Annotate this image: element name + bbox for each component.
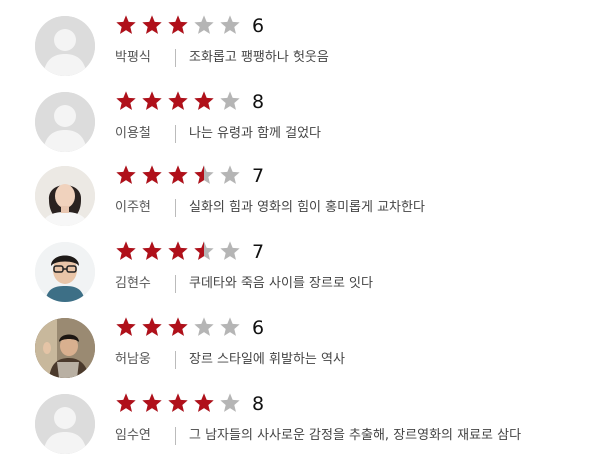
star-empty-icon xyxy=(194,317,214,336)
star-filled-icon xyxy=(142,15,162,34)
star-filled-icon xyxy=(168,15,188,34)
divider xyxy=(175,125,176,143)
star-empty-icon xyxy=(220,15,240,34)
star-half-icon xyxy=(194,241,214,260)
star-filled-icon xyxy=(142,393,162,412)
review-comment: 실화의 힘과 영화의 힘이 홍미롭게 교차한다 xyxy=(189,200,425,215)
star-filled-icon xyxy=(194,91,214,110)
star-filled-icon xyxy=(116,91,136,110)
star-filled-icon xyxy=(116,317,136,336)
review-item: 6 박평식 조화롭고 팽팽하나 헛웃음 xyxy=(0,13,613,83)
review-comment: 나는 유령과 함께 걸었다 xyxy=(189,126,321,141)
review-comment: 조화롭고 팽팽하나 헛웃음 xyxy=(189,50,329,65)
star-empty-icon xyxy=(220,317,240,336)
reviewer-name[interactable]: 박평식 xyxy=(115,49,151,67)
star-half-icon xyxy=(194,165,214,184)
star-rating xyxy=(115,392,245,418)
rating-score: 8 xyxy=(252,393,265,415)
star-filled-icon xyxy=(142,317,162,336)
reviewer-photo xyxy=(35,242,95,302)
star-empty-icon xyxy=(194,15,214,34)
star-filled-icon xyxy=(116,15,136,34)
star-filled-icon xyxy=(142,241,162,260)
star-filled-icon xyxy=(116,165,136,184)
review-item: 6 허남웅 장르 스타일에 휘발하는 역사 xyxy=(0,315,613,385)
star-filled-icon xyxy=(116,393,136,412)
star-filled-icon xyxy=(168,91,188,110)
star-empty-icon xyxy=(220,241,240,260)
default-avatar-icon xyxy=(35,92,95,152)
reviewer-name[interactable]: 이용철 xyxy=(115,125,151,143)
star-rating xyxy=(115,240,245,266)
star-filled-icon xyxy=(168,317,188,336)
reviewer-name[interactable]: 김현수 xyxy=(115,275,151,293)
divider xyxy=(175,199,176,217)
star-empty-icon xyxy=(220,393,240,412)
star-rating xyxy=(115,90,245,116)
critic-review-list: 6 박평식 조화롭고 팽팽하나 헛웃음 8 이용철 나는 유령과 함께 걸었다 … xyxy=(0,0,613,462)
review-comment: 그 남자들의 사사로운 감정을 추출해, 장르영화의 재료로 삼다 xyxy=(189,428,522,443)
rating-score: 7 xyxy=(252,165,265,187)
reviewer-name[interactable]: 허남웅 xyxy=(115,351,151,369)
star-filled-icon xyxy=(142,165,162,184)
star-filled-icon xyxy=(168,393,188,412)
default-avatar-icon xyxy=(35,16,95,76)
rating-score: 7 xyxy=(252,241,265,263)
reviewer-photo xyxy=(35,166,95,226)
review-comment: 쿠데타와 죽음 사이를 장르로 잇다 xyxy=(189,276,373,291)
divider xyxy=(175,275,176,293)
rating-score: 8 xyxy=(252,91,265,113)
default-avatar-icon xyxy=(35,394,95,454)
reviewer-name[interactable]: 이주현 xyxy=(115,199,151,217)
reviewer-name[interactable]: 임수연 xyxy=(115,427,151,445)
star-empty-icon xyxy=(220,165,240,184)
rating-score: 6 xyxy=(252,317,265,339)
review-comment: 장르 스타일에 휘발하는 역사 xyxy=(189,352,345,367)
divider xyxy=(175,49,176,67)
star-filled-icon xyxy=(168,241,188,260)
rating-score: 6 xyxy=(252,15,265,37)
review-item: 7 이주현 실화의 힘과 영화의 힘이 홍미롭게 교차한다 xyxy=(0,163,613,233)
review-item: 8 이용철 나는 유령과 함께 걸었다 xyxy=(0,89,613,159)
star-filled-icon xyxy=(142,91,162,110)
star-filled-icon xyxy=(116,241,136,260)
star-filled-icon xyxy=(194,393,214,412)
star-filled-icon xyxy=(168,165,188,184)
star-empty-icon xyxy=(220,91,240,110)
divider xyxy=(175,427,176,445)
star-rating xyxy=(115,14,245,40)
star-rating xyxy=(115,164,245,190)
review-item: 7 김현수 쿠데타와 죽음 사이를 장르로 잇다 xyxy=(0,239,613,309)
star-rating xyxy=(115,316,245,342)
reviewer-photo xyxy=(35,318,95,378)
review-item: 8 임수연 그 남자들의 사사로운 감정을 추출해, 장르영화의 재료로 삼다 xyxy=(0,391,613,461)
divider xyxy=(175,351,176,369)
